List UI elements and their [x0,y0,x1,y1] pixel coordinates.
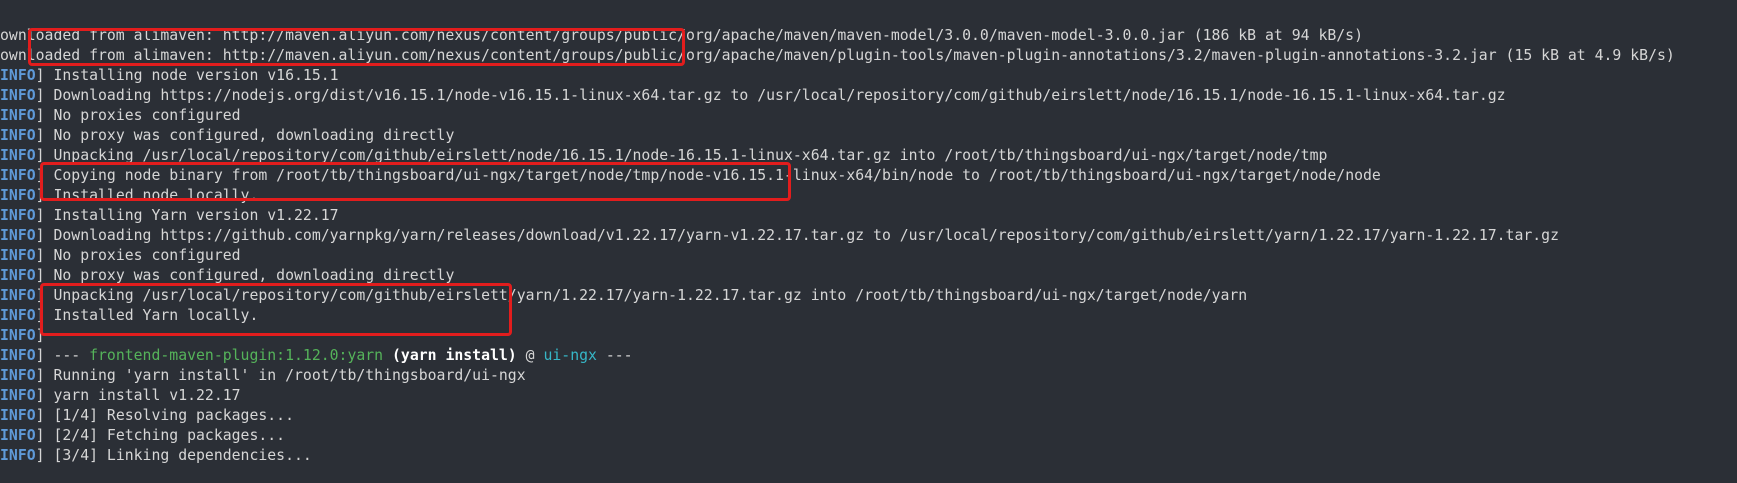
goal-at: @ [516,347,544,364]
log-line: INFO] [3/4] Linking dependencies... [0,446,1737,466]
info-tag-bracket: ] [35,367,45,384]
goal-project-name: ui-ngx [543,347,597,364]
info-tag: INFO [0,127,36,144]
info-tag: INFO [0,347,36,364]
goal-dashes-close: --- [596,347,633,364]
info-tag: INFO [0,287,36,304]
log-line-text: No proxies configured [44,107,241,124]
log-line: INFO] No proxies configured [0,106,1737,126]
goal-dashes-open: --- [44,347,90,364]
log-line-text: [2/4] Fetching packages... [44,427,286,444]
log-line-text: [1/4] Resolving packages... [44,407,294,424]
info-tag: INFO [0,207,36,224]
info-tag-bracket: ] [35,227,45,244]
goal-name: (yarn install) [383,347,517,364]
log-line: INFO] Installing Yarn version v1.22.17 [0,206,1737,226]
log-line: INFO] No proxies configured [0,246,1737,266]
info-tag-bracket: ] [35,67,45,84]
log-line-text: Downloading https://nodejs.org/dist/v16.… [44,87,1506,104]
info-tag-bracket: ] [35,87,45,104]
log-line-text: No proxies configured [44,247,241,264]
log-line: INFO] Downloading https://nodejs.org/dis… [0,86,1737,106]
info-tag-bracket: ] [35,427,45,444]
info-tag: INFO [0,247,36,264]
terminal-output: ownloaded from alimaven: http://maven.al… [0,0,1737,483]
info-tag: INFO [0,387,36,404]
info-tag-bracket: ] [35,407,45,424]
info-tag-bracket: ] [35,267,45,284]
log-line-text: Downloading https://github.com/yarnpkg/y… [44,227,1560,244]
info-tag: INFO [0,147,36,164]
highlight-box-yarn-download [40,162,791,201]
info-tag-bracket: ] [35,387,45,404]
info-tag-bracket: ] [35,207,45,224]
log-line: INFO] [2/4] Fetching packages... [0,426,1737,446]
info-tag-bracket: ] [35,447,45,464]
info-tag: INFO [0,367,36,384]
info-tag: INFO [0,107,36,124]
info-tag: INFO [0,407,36,424]
info-tag-bracket: ] [35,107,45,124]
info-tag: INFO [0,67,36,84]
log-line-text: yarn install v1.22.17 [44,387,241,404]
info-tag-bracket: ] [35,247,45,264]
log-lines: ownloaded from alimaven: http://maven.al… [0,26,1737,466]
info-tag: INFO [0,327,36,344]
info-tag: INFO [0,447,36,464]
log-line-text: No proxy was configured, downloading dir… [44,127,455,144]
info-tag-bracket: ] [35,347,45,364]
info-tag-bracket: ] [35,127,45,144]
highlight-box-node-download [28,28,685,66]
log-line: INFO] No proxy was configured, downloadi… [0,126,1737,146]
log-line: INFO] yarn install v1.22.17 [0,386,1737,406]
log-line-text: [3/4] Linking dependencies... [44,447,312,464]
log-line-text: Running 'yarn install' in /root/tb/thing… [44,367,526,384]
info-tag: INFO [0,267,36,284]
log-line: INFO] Installing node version v16.15.1 [0,66,1737,86]
info-tag: INFO [0,227,36,244]
info-tag: INFO [0,167,36,184]
info-tag: INFO [0,427,36,444]
info-tag: INFO [0,307,36,324]
info-tag: INFO [0,87,36,104]
log-line: INFO] --- frontend-maven-plugin:1.12.0:y… [0,346,1737,366]
log-line: INFO] Downloading https://github.com/yar… [0,226,1737,246]
log-line: INFO] Running 'yarn install' in /root/tb… [0,366,1737,386]
log-line-text: Installing node version v16.15.1 [44,67,339,84]
goal-plugin-name: frontend-maven-plugin:1.12.0:yarn [89,347,384,364]
highlight-box-yarn-install [40,283,512,336]
log-line-text: No proxy was configured, downloading dir… [44,267,455,284]
log-line-text: Installing Yarn version v1.22.17 [44,207,339,224]
info-tag: INFO [0,187,36,204]
log-line: INFO] [1/4] Resolving packages... [0,406,1737,426]
